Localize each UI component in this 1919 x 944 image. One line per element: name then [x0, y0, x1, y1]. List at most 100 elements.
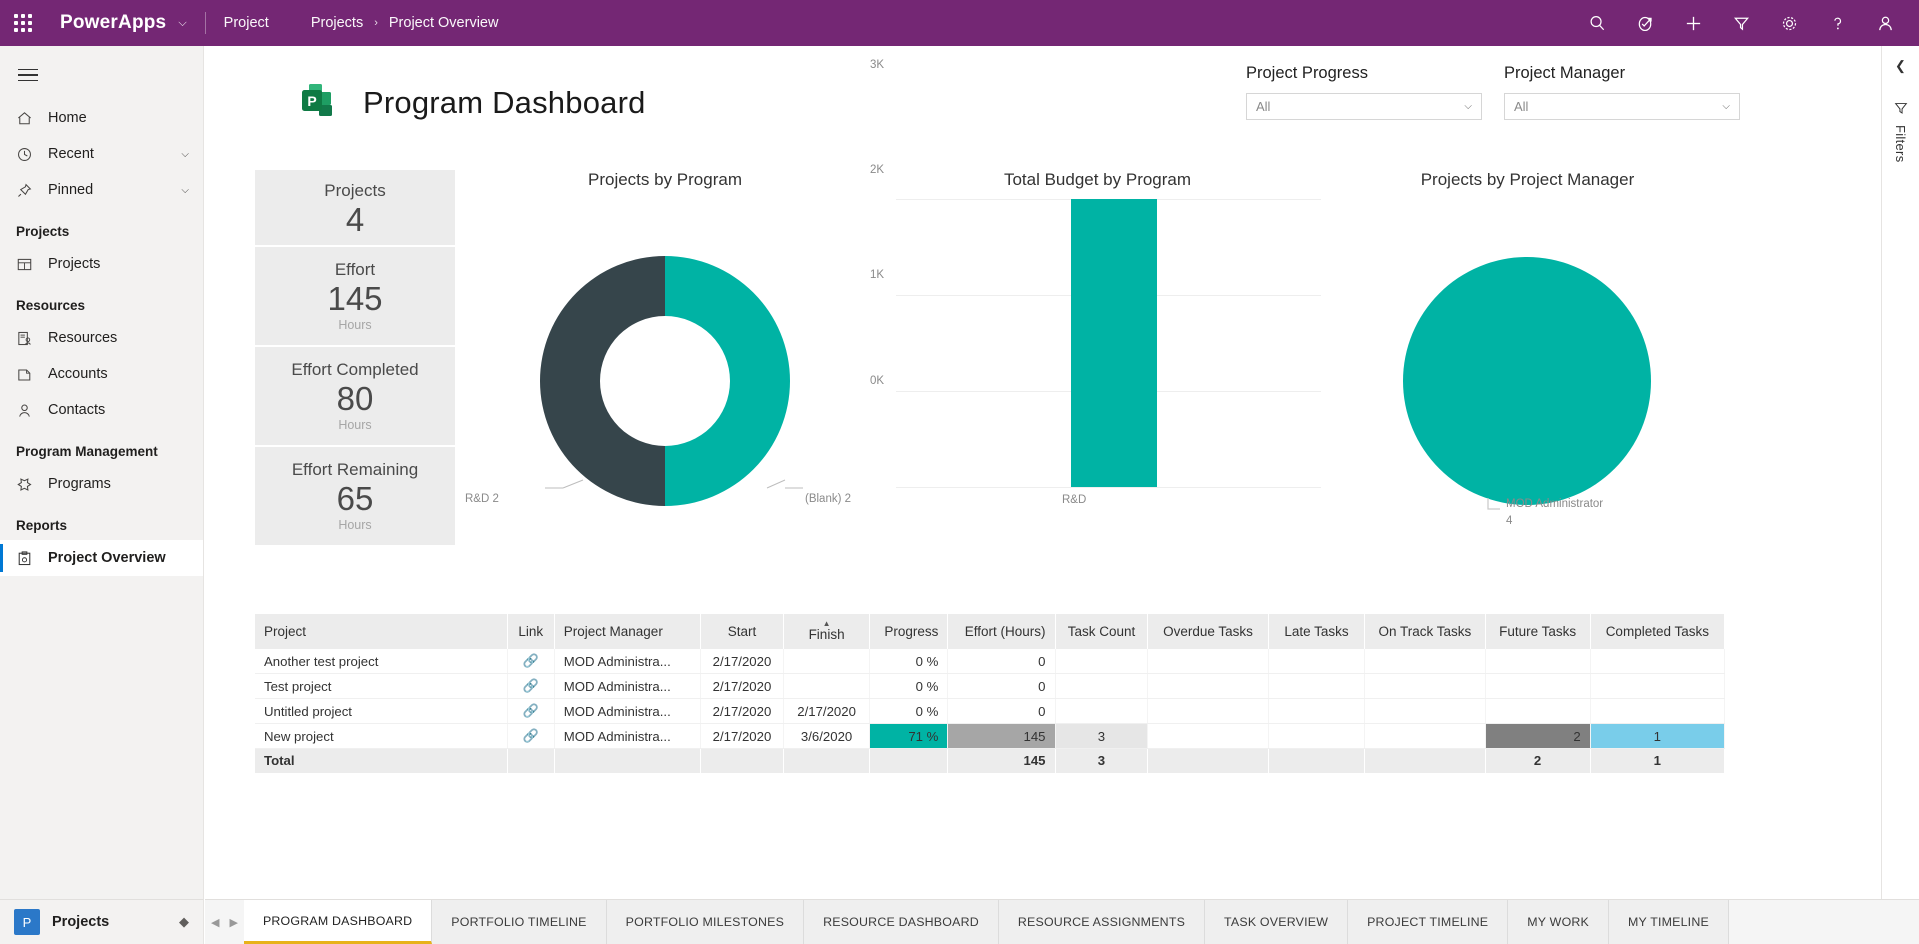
col-late-tasks[interactable]: Late Tasks: [1268, 614, 1366, 649]
tab-portfolio-timeline[interactable]: PORTFOLIO TIMELINE: [432, 900, 607, 944]
brand-chevron-down-icon[interactable]: ⌵: [178, 17, 186, 30]
tab-program-dashboard[interactable]: PROGRAM DASHBOARD: [243, 900, 433, 944]
breadcrumb-separator-icon: ›: [374, 17, 378, 29]
resources-icon: [16, 330, 38, 347]
report-page-tabs: ◀ ▶ PROGRAM DASHBOARD PORTFOLIO TIMELINE…: [205, 899, 1919, 944]
cell-link[interactable]: 🔗: [507, 649, 555, 674]
chart-projects-by-project-manager[interactable]: Projects by Project Manager MOD Administ…: [1330, 170, 1725, 570]
chevron-left-icon[interactable]: ❮: [1882, 46, 1919, 86]
table-row[interactable]: Test project 🔗 MOD Administra... 2/17/20…: [255, 673, 1726, 699]
accounts-icon: [16, 366, 38, 383]
cell-link[interactable]: 🔗: [507, 723, 555, 749]
col-on-track-tasks[interactable]: On Track Tasks: [1364, 614, 1486, 649]
sidebar-item-contacts[interactable]: Contacts: [0, 392, 203, 428]
sidebar-item-pinned[interactable]: Pinned ⌵: [0, 172, 203, 208]
hamburger-icon[interactable]: [4, 52, 50, 98]
col-project-manager[interactable]: Project Manager: [554, 614, 701, 649]
tab-portfolio-milestones[interactable]: PORTFOLIO MILESTONES: [606, 900, 805, 944]
tab-resource-dashboard[interactable]: RESOURCE DASHBOARD: [804, 900, 999, 944]
col-completed-tasks[interactable]: Completed Tasks: [1590, 614, 1726, 649]
cell-effort-text: 145: [1023, 728, 1046, 744]
link-icon[interactable]: 🔗: [523, 678, 539, 693]
kpi-card-effort-completed[interactable]: Effort Completed 80 Hours: [255, 347, 455, 445]
donut-slice-blank[interactable]: [665, 256, 790, 506]
tab-resource-assignments[interactable]: RESOURCE ASSIGNMENTS: [998, 900, 1206, 944]
chart-total-budget-by-program[interactable]: Total Budget by Program 0K 1K 2K 3K R&D: [870, 59, 1325, 570]
sidebar-item-projects[interactable]: Projects: [0, 246, 203, 282]
cell-project: Another test project: [255, 649, 508, 674]
cell-late: [1268, 723, 1366, 749]
col-start[interactable]: Start: [700, 614, 785, 649]
cell-progress: 71 %: [869, 723, 949, 749]
project-progress-dropdown[interactable]: All ⌵: [1246, 93, 1482, 120]
filters-pane-toggle[interactable]: Filters: [1882, 100, 1919, 163]
col-effort-hours[interactable]: Effort (Hours): [947, 614, 1056, 649]
app-launcher-icon[interactable]: [0, 0, 46, 46]
bar-rd[interactable]: [1071, 199, 1157, 487]
tab-my-work[interactable]: MY WORK: [1508, 900, 1610, 944]
tab-project-timeline[interactable]: PROJECT TIMELINE: [1348, 900, 1509, 944]
chevron-left-icon[interactable]: ◀: [211, 916, 219, 929]
filter-icon[interactable]: [1717, 0, 1765, 46]
account-icon[interactable]: [1861, 0, 1909, 46]
total-overdue: [1147, 748, 1269, 773]
link-icon[interactable]: 🔗: [523, 728, 539, 743]
kpi-card-effort[interactable]: Effort 145 Hours: [255, 247, 455, 345]
cell-late: [1268, 698, 1366, 724]
sidebar-item-programs[interactable]: Programs: [0, 466, 203, 502]
kpi-card-effort-remaining[interactable]: Effort Remaining 65 Hours: [255, 447, 455, 545]
cell-project: Untitled project: [255, 698, 508, 724]
col-finish[interactable]: ▲ Finish: [783, 614, 871, 649]
settings-icon[interactable]: [1765, 0, 1813, 46]
kpi-card-projects[interactable]: Projects 4: [255, 170, 455, 245]
chevron-down-icon[interactable]: ⌵: [1722, 101, 1730, 112]
table-row[interactable]: Untitled project 🔗 MOD Administra... 2/1…: [255, 698, 1726, 724]
cell-manager: MOD Administra...: [554, 723, 701, 749]
sidebar-item-accounts[interactable]: Accounts: [0, 356, 203, 392]
add-icon[interactable]: [1669, 0, 1717, 46]
kpi-value: 145: [327, 280, 383, 318]
chevron-down-icon[interactable]: ⌵: [181, 149, 189, 160]
update-icon[interactable]: ◆: [179, 914, 189, 930]
cell-link[interactable]: 🔗: [507, 698, 555, 724]
gridline-0k: [896, 487, 1321, 488]
col-progress[interactable]: Progress: [869, 614, 949, 649]
project-manager-dropdown[interactable]: All ⌵: [1504, 93, 1740, 120]
chevron-right-icon[interactable]: ▶: [229, 916, 237, 929]
tab-my-timeline[interactable]: MY TIMELINE: [1609, 900, 1729, 944]
app-name-link[interactable]: Project: [224, 15, 269, 31]
total-late: [1268, 748, 1366, 773]
sidebar-item-resources[interactable]: Resources: [0, 320, 203, 356]
cell-link[interactable]: 🔗: [507, 673, 555, 699]
pie-slice-mod-administrator[interactable]: [1403, 257, 1651, 505]
tasks-icon[interactable]: [1621, 0, 1669, 46]
tab-task-overview[interactable]: TASK OVERVIEW: [1205, 900, 1349, 944]
sidebar-item-project-overview[interactable]: Project Overview: [0, 540, 203, 576]
donut-slice-rd[interactable]: [540, 256, 665, 506]
app-badge: P: [14, 909, 40, 935]
breadcrumb-item-projects[interactable]: Projects: [311, 15, 363, 31]
table-row[interactable]: Another test project 🔗 MOD Administra...…: [255, 649, 1726, 674]
sidebar-item-recent[interactable]: Recent ⌵: [0, 136, 203, 172]
table-row[interactable]: New project 🔗 MOD Administra... 2/17/202…: [255, 723, 1726, 749]
help-icon[interactable]: [1813, 0, 1861, 46]
col-task-count[interactable]: Task Count: [1055, 614, 1149, 649]
chevron-down-icon[interactable]: ⌵: [1464, 101, 1472, 112]
search-icon[interactable]: [1573, 0, 1621, 46]
chevron-down-icon[interactable]: ⌵: [181, 185, 189, 196]
app-switcher[interactable]: P Projects ◆: [0, 899, 204, 944]
col-overdue-tasks[interactable]: Overdue Tasks: [1147, 614, 1269, 649]
col-future-tasks[interactable]: Future Tasks: [1485, 614, 1591, 649]
col-project[interactable]: Project: [255, 614, 508, 649]
breadcrumb-item-project-overview[interactable]: Project Overview: [389, 15, 499, 31]
sidebar-item-label: Resources: [48, 330, 118, 346]
slicer-project-manager: Project Manager All ⌵: [1504, 64, 1740, 120]
col-link[interactable]: Link: [507, 614, 555, 649]
chart-projects-by-program[interactable]: Projects by Program R&D 2 (Blank) 2: [455, 170, 875, 570]
cell-completed: [1590, 698, 1726, 724]
sidebar-item-label: Contacts: [48, 402, 106, 418]
cell-completed: [1590, 673, 1726, 699]
sidebar-item-home[interactable]: Home: [0, 100, 203, 136]
link-icon[interactable]: 🔗: [523, 653, 539, 668]
link-icon[interactable]: 🔗: [523, 703, 539, 718]
